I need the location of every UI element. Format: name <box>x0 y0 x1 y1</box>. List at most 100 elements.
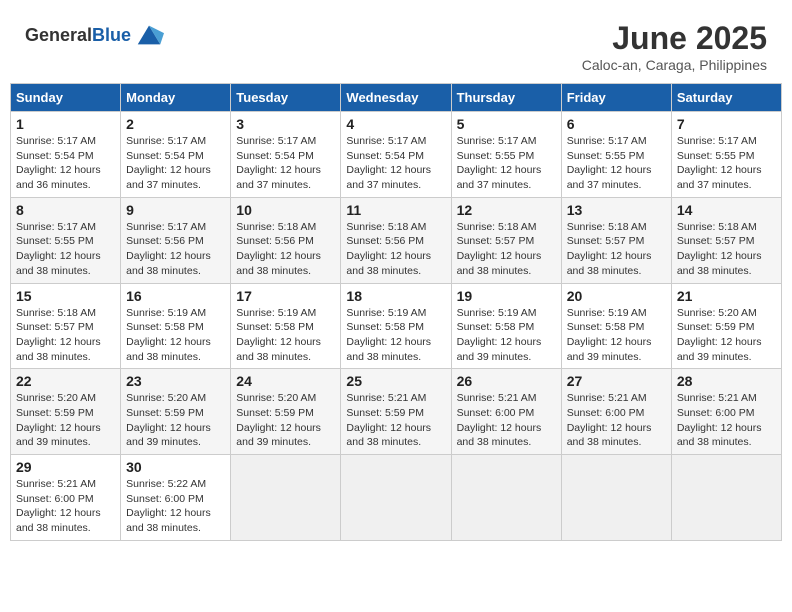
day-number: 12 <box>457 202 556 218</box>
calendar-week-2: 8 Sunrise: 5:17 AM Sunset: 5:55 PM Dayli… <box>11 197 782 283</box>
day-number: 5 <box>457 116 556 132</box>
calendar-week-1: 1 Sunrise: 5:17 AM Sunset: 5:54 PM Dayli… <box>11 112 782 198</box>
calendar-cell: 23 Sunrise: 5:20 AM Sunset: 5:59 PM Dayl… <box>121 369 231 455</box>
day-info: Sunrise: 5:18 AM Sunset: 5:56 PM Dayligh… <box>346 220 445 279</box>
day-number: 17 <box>236 288 335 304</box>
calendar-cell: 3 Sunrise: 5:17 AM Sunset: 5:54 PM Dayli… <box>231 112 341 198</box>
calendar-header-row: SundayMondayTuesdayWednesdayThursdayFrid… <box>11 84 782 112</box>
day-info: Sunrise: 5:17 AM Sunset: 5:54 PM Dayligh… <box>126 134 225 193</box>
calendar-cell: 29 Sunrise: 5:21 AM Sunset: 6:00 PM Dayl… <box>11 455 121 541</box>
weekday-header-monday: Monday <box>121 84 231 112</box>
day-info: Sunrise: 5:21 AM Sunset: 6:00 PM Dayligh… <box>457 391 556 450</box>
day-info: Sunrise: 5:21 AM Sunset: 6:00 PM Dayligh… <box>16 477 115 536</box>
day-number: 4 <box>346 116 445 132</box>
calendar-table: SundayMondayTuesdayWednesdayThursdayFrid… <box>10 83 782 541</box>
day-number: 3 <box>236 116 335 132</box>
weekday-header-wednesday: Wednesday <box>341 84 451 112</box>
calendar-cell: 13 Sunrise: 5:18 AM Sunset: 5:57 PM Dayl… <box>561 197 671 283</box>
calendar-cell: 15 Sunrise: 5:18 AM Sunset: 5:57 PM Dayl… <box>11 283 121 369</box>
day-info: Sunrise: 5:17 AM Sunset: 5:54 PM Dayligh… <box>16 134 115 193</box>
day-number: 20 <box>567 288 666 304</box>
calendar-cell: 2 Sunrise: 5:17 AM Sunset: 5:54 PM Dayli… <box>121 112 231 198</box>
calendar-cell: 7 Sunrise: 5:17 AM Sunset: 5:55 PM Dayli… <box>671 112 781 198</box>
calendar-cell: 14 Sunrise: 5:18 AM Sunset: 5:57 PM Dayl… <box>671 197 781 283</box>
calendar-cell: 4 Sunrise: 5:17 AM Sunset: 5:54 PM Dayli… <box>341 112 451 198</box>
day-number: 7 <box>677 116 776 132</box>
day-number: 28 <box>677 373 776 389</box>
day-number: 15 <box>16 288 115 304</box>
day-info: Sunrise: 5:19 AM Sunset: 5:58 PM Dayligh… <box>126 306 225 365</box>
day-info: Sunrise: 5:20 AM Sunset: 5:59 PM Dayligh… <box>126 391 225 450</box>
day-number: 24 <box>236 373 335 389</box>
day-number: 18 <box>346 288 445 304</box>
day-number: 22 <box>16 373 115 389</box>
day-info: Sunrise: 5:17 AM Sunset: 5:56 PM Dayligh… <box>126 220 225 279</box>
calendar-cell: 12 Sunrise: 5:18 AM Sunset: 5:57 PM Dayl… <box>451 197 561 283</box>
day-number: 27 <box>567 373 666 389</box>
page-header: GeneralBlue June 2025 Caloc-an, Caraga, … <box>10 10 782 78</box>
day-number: 21 <box>677 288 776 304</box>
calendar-cell: 26 Sunrise: 5:21 AM Sunset: 6:00 PM Dayl… <box>451 369 561 455</box>
calendar-cell <box>451 455 561 541</box>
day-info: Sunrise: 5:18 AM Sunset: 5:57 PM Dayligh… <box>567 220 666 279</box>
day-number: 29 <box>16 459 115 475</box>
day-info: Sunrise: 5:19 AM Sunset: 5:58 PM Dayligh… <box>457 306 556 365</box>
title-section: June 2025 Caloc-an, Caraga, Philippines <box>582 20 767 73</box>
location-subtitle: Caloc-an, Caraga, Philippines <box>582 57 767 73</box>
logo: GeneralBlue <box>25 20 164 50</box>
day-number: 9 <box>126 202 225 218</box>
calendar-week-5: 29 Sunrise: 5:21 AM Sunset: 6:00 PM Dayl… <box>11 455 782 541</box>
calendar-cell: 9 Sunrise: 5:17 AM Sunset: 5:56 PM Dayli… <box>121 197 231 283</box>
weekday-header-saturday: Saturday <box>671 84 781 112</box>
day-info: Sunrise: 5:17 AM Sunset: 5:55 PM Dayligh… <box>16 220 115 279</box>
calendar-cell: 20 Sunrise: 5:19 AM Sunset: 5:58 PM Dayl… <box>561 283 671 369</box>
day-number: 16 <box>126 288 225 304</box>
month-title: June 2025 <box>582 20 767 57</box>
day-info: Sunrise: 5:22 AM Sunset: 6:00 PM Dayligh… <box>126 477 225 536</box>
day-info: Sunrise: 5:17 AM Sunset: 5:54 PM Dayligh… <box>236 134 335 193</box>
day-number: 2 <box>126 116 225 132</box>
day-number: 6 <box>567 116 666 132</box>
day-info: Sunrise: 5:18 AM Sunset: 5:57 PM Dayligh… <box>677 220 776 279</box>
day-number: 26 <box>457 373 556 389</box>
day-number: 14 <box>677 202 776 218</box>
logo-icon <box>134 20 164 50</box>
day-info: Sunrise: 5:17 AM Sunset: 5:55 PM Dayligh… <box>457 134 556 193</box>
day-info: Sunrise: 5:20 AM Sunset: 5:59 PM Dayligh… <box>16 391 115 450</box>
day-info: Sunrise: 5:18 AM Sunset: 5:57 PM Dayligh… <box>16 306 115 365</box>
day-info: Sunrise: 5:19 AM Sunset: 5:58 PM Dayligh… <box>567 306 666 365</box>
calendar-cell: 19 Sunrise: 5:19 AM Sunset: 5:58 PM Dayl… <box>451 283 561 369</box>
day-info: Sunrise: 5:18 AM Sunset: 5:57 PM Dayligh… <box>457 220 556 279</box>
calendar-cell <box>341 455 451 541</box>
logo-text: GeneralBlue <box>25 25 131 46</box>
calendar-cell: 25 Sunrise: 5:21 AM Sunset: 5:59 PM Dayl… <box>341 369 451 455</box>
day-number: 8 <box>16 202 115 218</box>
logo-general: General <box>25 25 92 45</box>
weekday-header-sunday: Sunday <box>11 84 121 112</box>
day-info: Sunrise: 5:18 AM Sunset: 5:56 PM Dayligh… <box>236 220 335 279</box>
calendar-week-4: 22 Sunrise: 5:20 AM Sunset: 5:59 PM Dayl… <box>11 369 782 455</box>
calendar-cell: 16 Sunrise: 5:19 AM Sunset: 5:58 PM Dayl… <box>121 283 231 369</box>
day-number: 25 <box>346 373 445 389</box>
calendar-cell: 8 Sunrise: 5:17 AM Sunset: 5:55 PM Dayli… <box>11 197 121 283</box>
day-number: 13 <box>567 202 666 218</box>
day-info: Sunrise: 5:21 AM Sunset: 6:00 PM Dayligh… <box>677 391 776 450</box>
day-number: 19 <box>457 288 556 304</box>
calendar-cell: 1 Sunrise: 5:17 AM Sunset: 5:54 PM Dayli… <box>11 112 121 198</box>
day-info: Sunrise: 5:17 AM Sunset: 5:55 PM Dayligh… <box>677 134 776 193</box>
calendar-cell <box>231 455 341 541</box>
calendar-cell: 22 Sunrise: 5:20 AM Sunset: 5:59 PM Dayl… <box>11 369 121 455</box>
day-info: Sunrise: 5:21 AM Sunset: 6:00 PM Dayligh… <box>567 391 666 450</box>
calendar-cell: 28 Sunrise: 5:21 AM Sunset: 6:00 PM Dayl… <box>671 369 781 455</box>
calendar-cell: 17 Sunrise: 5:19 AM Sunset: 5:58 PM Dayl… <box>231 283 341 369</box>
day-number: 11 <box>346 202 445 218</box>
day-number: 10 <box>236 202 335 218</box>
calendar-cell <box>671 455 781 541</box>
day-info: Sunrise: 5:21 AM Sunset: 5:59 PM Dayligh… <box>346 391 445 450</box>
calendar-cell: 11 Sunrise: 5:18 AM Sunset: 5:56 PM Dayl… <box>341 197 451 283</box>
calendar-cell: 21 Sunrise: 5:20 AM Sunset: 5:59 PM Dayl… <box>671 283 781 369</box>
day-number: 23 <box>126 373 225 389</box>
day-info: Sunrise: 5:17 AM Sunset: 5:54 PM Dayligh… <box>346 134 445 193</box>
weekday-header-tuesday: Tuesday <box>231 84 341 112</box>
day-info: Sunrise: 5:20 AM Sunset: 5:59 PM Dayligh… <box>236 391 335 450</box>
